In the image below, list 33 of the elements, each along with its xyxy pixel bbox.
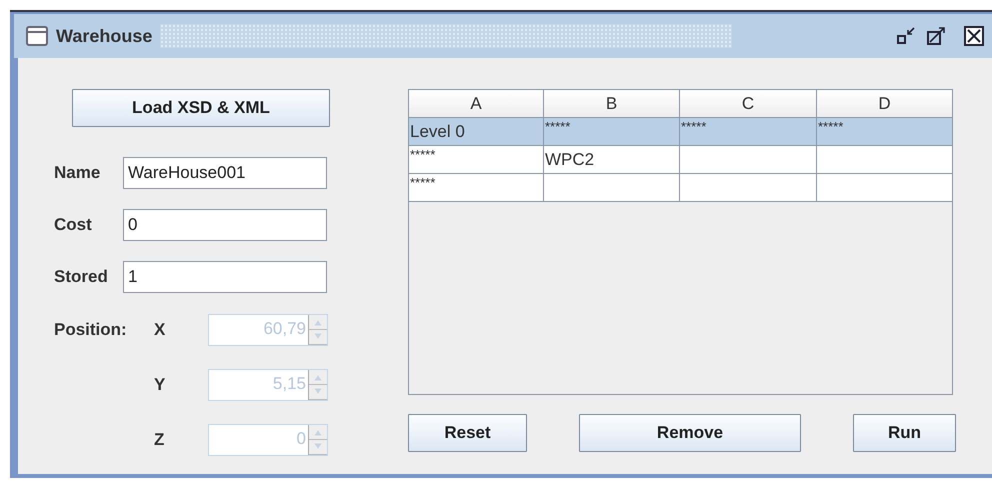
column-header[interactable]: D [817, 90, 953, 118]
window-title: Warehouse [56, 26, 152, 46]
column-header[interactable]: C [680, 90, 817, 118]
action-button[interactable]: Reset [408, 414, 527, 452]
axis-label: X [154, 320, 166, 340]
table-cell: ***** [410, 147, 436, 162]
table-cell: WPC2 [545, 150, 594, 169]
column-header[interactable]: B [544, 90, 680, 118]
table-cell: ***** [681, 119, 706, 134]
minimize-icon[interactable] [895, 25, 917, 47]
table-row[interactable]: Level 0 ***** ***** ***** [409, 118, 952, 146]
action-button[interactable]: Remove [579, 414, 801, 452]
table-cell: Level 0 [410, 122, 465, 141]
position-label: Position: [54, 320, 127, 339]
field-label: Cost [54, 215, 93, 235]
input-field[interactable]: WareHouse001 [123, 157, 327, 189]
table-cell: ***** [545, 119, 570, 134]
field-label: Stored [54, 267, 109, 287]
input-field[interactable]: 1 [123, 261, 327, 293]
action-button[interactable]: Run [853, 414, 956, 452]
close-icon[interactable] [963, 25, 985, 47]
load-button[interactable]: Load XSD & XML [72, 89, 330, 127]
table-cell: ***** [410, 175, 436, 190]
maximize-icon[interactable] [925, 25, 947, 47]
window-icon [26, 26, 48, 46]
axis-label: Z [154, 430, 166, 450]
table-row[interactable]: ***** WPC2 [409, 146, 952, 174]
input-field[interactable]: 0 [123, 209, 327, 241]
axis-label: Y [154, 375, 166, 395]
field-label: Name [54, 163, 102, 183]
table-cell: ***** [818, 119, 844, 134]
column-header[interactable]: A [409, 90, 544, 118]
table-row[interactable]: ***** [409, 174, 952, 202]
